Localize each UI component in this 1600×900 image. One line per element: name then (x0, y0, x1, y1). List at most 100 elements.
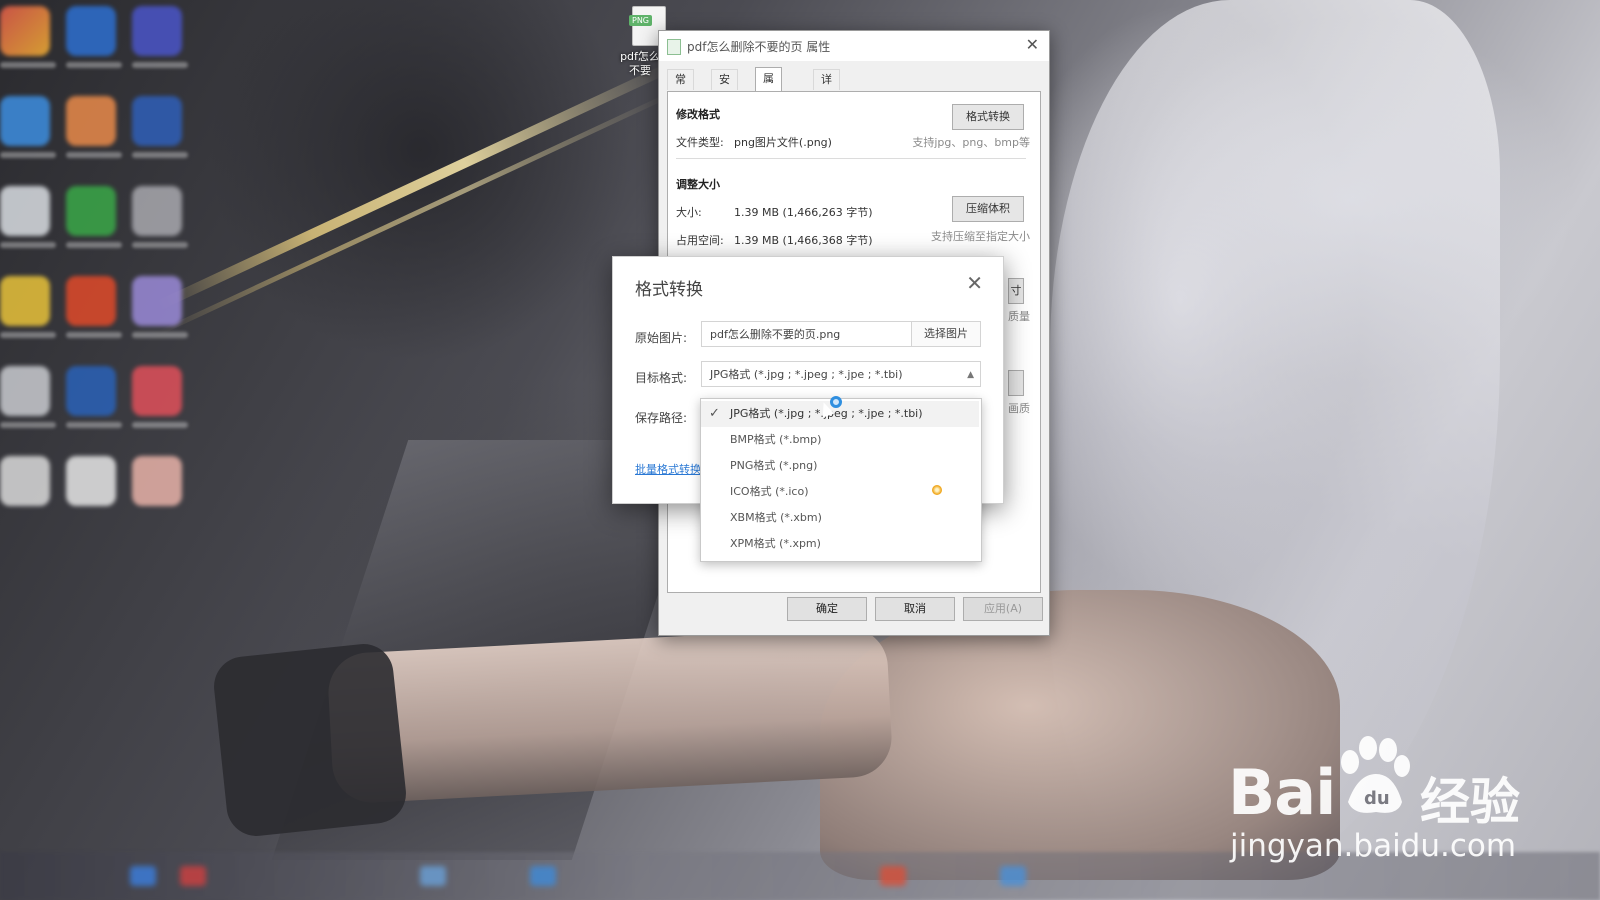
tab-general[interactable]: 常规 (667, 69, 694, 106)
source-image-field[interactable]: pdf怎么删除不要的页.png 选择图片 (701, 321, 981, 347)
desktop-app-icon[interactable] (66, 6, 116, 56)
desktop-app-icon[interactable] (132, 456, 182, 506)
ok-button[interactable]: 确定 (787, 597, 867, 621)
tab-security[interactable]: 安全 (711, 69, 738, 106)
baidu-watermark-jingyan: 经验 (1420, 773, 1520, 831)
wallpaper-glove (211, 641, 409, 839)
desktop-icon-label (0, 62, 56, 68)
desktop-icon-label (132, 242, 188, 248)
tab-property-modify[interactable]: 属性修改 (755, 67, 782, 151)
format-hint: 支持jpg、png、bmp等 (912, 136, 1030, 149)
disk-usage-value: 1.39 MB (1,466,368 字节) (734, 234, 873, 247)
format-option-label: BMP格式 (*.bmp) (730, 433, 822, 446)
desktop-app-icon[interactable] (66, 456, 116, 506)
adjust-size-title: 调整大小 (676, 178, 720, 191)
format-option-label: PNG格式 (*.png) (730, 459, 818, 472)
disk-usage-label: 占用空间: (676, 234, 724, 247)
target-format-select[interactable]: JPG格式 (*.jpg ; *.jpeg ; *.jpe ; *.tbi) ▲ (701, 361, 981, 387)
select-image-button[interactable]: 选择图片 (911, 322, 980, 346)
desktop-app-icon[interactable] (0, 96, 50, 146)
size-label: 大小: (676, 206, 702, 219)
save-path-label: 保存路径: (635, 411, 688, 425)
chevron-up-icon: ▲ (967, 370, 974, 380)
desktop-icon-label (132, 62, 188, 68)
source-image-value: pdf怎么删除不要的页.png (710, 328, 841, 341)
desktop-app-icon[interactable] (132, 366, 182, 416)
desktop-icon-label (132, 152, 188, 158)
file-type-row: 文件类型: png图片文件(.png) (676, 134, 832, 150)
apply-button[interactable]: 应用(A) (963, 597, 1043, 621)
source-image-label: 原始图片: (635, 331, 688, 345)
file-icon (667, 39, 681, 55)
format-option-png[interactable]: PNG格式 (*.png) (701, 453, 979, 479)
dialog-title: 格式转换 (635, 280, 703, 300)
desktop-icon-label (66, 332, 122, 338)
divider (676, 158, 1026, 159)
desktop-app-icon[interactable] (0, 6, 50, 56)
resize-button[interactable]: 寸 (1008, 278, 1024, 304)
checkmark-icon: ✓ (709, 406, 720, 421)
baidu-watermark-url: jingyan.baidu.com (1230, 828, 1517, 864)
taskbar-app-icon[interactable] (880, 866, 906, 886)
desktop-app-icon[interactable] (132, 276, 182, 326)
wallpaper-sword-reflection (158, 93, 669, 335)
desktop-app-icon[interactable] (66, 186, 116, 236)
desktop-icon-label (66, 242, 122, 248)
desktop-icon-label (0, 152, 56, 158)
svg-text:du: du (1364, 788, 1390, 809)
desktop-icon-label (132, 332, 188, 338)
desktop-icon-label (0, 242, 56, 248)
compress-button[interactable]: 压缩体积 (952, 196, 1024, 222)
desktop-app-icon[interactable] (66, 96, 116, 146)
target-format-label: 目标格式: (635, 371, 688, 385)
size-value: 1.39 MB (1,466,263 字节) (734, 206, 873, 219)
desktop-app-icon[interactable] (0, 186, 50, 236)
wallpaper-sword (157, 63, 670, 310)
format-option-label: ICO格式 (*.ico) (730, 485, 809, 498)
desktop-icon-label (0, 332, 56, 338)
file-type-value: png图片文件(.png) (734, 136, 832, 149)
disk-usage-row: 占用空间: 1.39 MB (1,466,368 字节) (676, 232, 873, 248)
baidu-paw-icon: du (1341, 736, 1410, 813)
image-quality-hint: 画质 (1008, 402, 1030, 415)
taskbar-app-icon[interactable] (130, 866, 156, 886)
cancel-button[interactable]: 取消 (875, 597, 955, 621)
compress-hint: 支持压缩至指定大小 (931, 230, 1030, 243)
format-option-label: XPM格式 (*.xpm) (730, 537, 821, 550)
tab-details[interactable]: 详细信息 (813, 69, 840, 146)
taskbar-app-icon[interactable] (420, 866, 446, 886)
close-icon[interactable]: ✕ (1026, 35, 1039, 54)
desktop-icon-label (132, 422, 188, 428)
desktop-app-icon[interactable] (66, 366, 116, 416)
taskbar-app-icon[interactable] (530, 866, 556, 886)
png-badge: PNG (629, 15, 653, 26)
desktop-app-icon[interactable] (66, 276, 116, 326)
desktop-icon-label (66, 62, 122, 68)
modify-format-title: 修改格式 (676, 108, 720, 121)
busy-cursor-icon (830, 396, 842, 408)
desktop-app-icon[interactable] (132, 96, 182, 146)
wallpaper-arm (326, 625, 894, 805)
close-icon[interactable]: ✕ (966, 271, 983, 295)
quality-button[interactable] (1008, 370, 1024, 396)
desktop-app-icon[interactable] (0, 456, 50, 506)
desktop-app-icon[interactable] (0, 276, 50, 326)
desktop-icon-label (66, 152, 122, 158)
properties-titlebar[interactable]: pdf怎么删除不要的页 属性 ✕ (659, 31, 1049, 61)
format-convert-button[interactable]: 格式转换 (952, 104, 1024, 130)
quality-hint: 质量 (1008, 310, 1030, 323)
target-format-value: JPG格式 (*.jpg ; *.jpeg ; *.jpe ; *.tbi) (710, 368, 903, 381)
size-row: 大小: 1.39 MB (1,466,263 字节) (676, 204, 873, 220)
desktop-app-icon[interactable] (132, 186, 182, 236)
desktop-app-icon[interactable] (132, 6, 182, 56)
format-option-bmp[interactable]: BMP格式 (*.bmp) (701, 427, 979, 453)
taskbar-app-icon[interactable] (1000, 866, 1026, 886)
format-option-xbm[interactable]: XBM格式 (*.xbm) (701, 505, 979, 531)
desktop-icon-label (0, 422, 56, 428)
format-option-xpm[interactable]: XPM格式 (*.xpm) (701, 531, 979, 557)
desktop-app-icon[interactable] (0, 366, 50, 416)
taskbar-app-icon[interactable] (180, 866, 206, 886)
baidu-watermark-brand: Bai (1228, 756, 1336, 829)
batch-convert-link[interactable]: 批量格式转换 (635, 461, 701, 477)
desktop-icon-label (66, 422, 122, 428)
